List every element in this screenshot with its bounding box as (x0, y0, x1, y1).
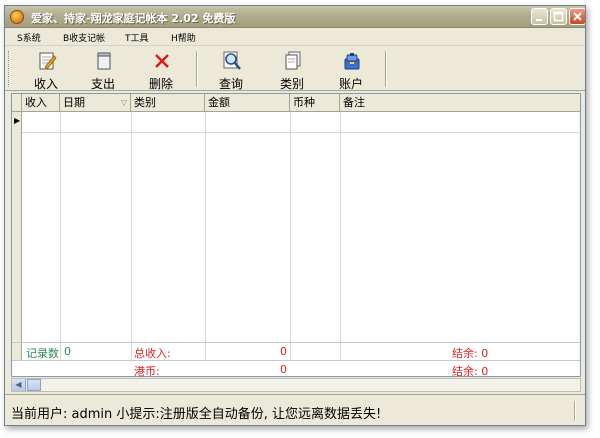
expense-button[interactable]: 支出 (78, 49, 128, 91)
record-count-label: 记录数 (26, 347, 59, 360)
delete-button[interactable]: 删除 (136, 49, 186, 91)
account-label: 账户 (338, 77, 363, 91)
expense-label: 支出 (90, 77, 115, 91)
column-divider (205, 112, 206, 360)
close-button[interactable] (569, 8, 585, 25)
toolbar-separator-end (385, 51, 387, 87)
query-button[interactable]: 查询 (206, 49, 256, 91)
status-bar: 当前用户: admin 小提示:注册版全自动备份, 让您远离数据丢失! (5, 394, 585, 425)
row-selector-column[interactable] (12, 112, 22, 360)
main-window: 爱家、持家-翔龙家庭记帐本 2.02 免费版 S系统 B收支记帐 T工具 H帮助… (4, 5, 586, 426)
column-divider (290, 112, 291, 360)
app-icon (10, 10, 24, 24)
header-amount[interactable]: 金额 (205, 94, 290, 112)
column-divider (60, 112, 61, 360)
toolbar-grip[interactable] (8, 51, 11, 87)
scroll-thumb[interactable] (27, 379, 41, 391)
sort-indicator-icon: ▽ (120, 98, 127, 107)
menu-system[interactable]: S系统 (17, 31, 41, 44)
delete-icon (155, 54, 169, 68)
grid-header: 收入 日期 ▽ 类别 金额 币种 备注 (12, 94, 580, 112)
title-bar: 爱家、持家-翔龙家庭记帐本 2.02 免费版 (5, 6, 585, 28)
menu-bookkeeping[interactable]: B收支记帐 (63, 31, 105, 44)
status-text: 当前用户: admin 小提示:注册版全自动备份, 让您远离数据丢失! (11, 407, 382, 422)
header-category[interactable]: 类别 (131, 94, 205, 112)
menu-help[interactable]: H帮助 (171, 31, 196, 44)
income-label: 收入 (33, 77, 58, 91)
menu-bar: S系统 B收支记帐 T工具 H帮助 (5, 29, 585, 46)
header-notes[interactable]: 备注 (340, 94, 580, 112)
magnifier-icon (223, 51, 241, 70)
income-icon (39, 52, 57, 70)
documents-icon (285, 51, 301, 70)
total-income-value: 0 (280, 345, 287, 358)
maximize-icon (553, 11, 564, 22)
query-label: 查询 (218, 77, 243, 91)
delete-label: 删除 (148, 77, 173, 91)
income-button[interactable]: 收入 (21, 49, 71, 91)
column-divider (131, 112, 132, 360)
toolbar-separator (196, 51, 198, 87)
records-grid[interactable]: 收入 日期 ▽ 类别 金额 币种 备注 ▶ 记录数 0 总收入: 0 结余: 0… (11, 93, 581, 378)
header-income[interactable]: 收入 (22, 94, 60, 112)
header-currency[interactable]: 币种 (290, 94, 340, 112)
header-date[interactable]: 日期 ▽ (60, 94, 131, 112)
hkd-balance-value: 结余: 0 (452, 365, 489, 378)
hkd-value: 0 (280, 363, 287, 376)
minimize-button[interactable] (531, 8, 548, 25)
hkd-label: 港币: (134, 365, 160, 378)
header-date-label: 日期 (63, 96, 85, 109)
window-title: 爱家、持家-翔龙家庭记帐本 2.02 免费版 (31, 12, 236, 25)
summary-row-totals: 记录数 0 总收入: 0 结余: 0 (12, 342, 580, 360)
account-button[interactable]: 账户 (326, 49, 376, 91)
expense-icon (97, 52, 111, 70)
minimize-icon (536, 19, 542, 21)
column-divider (340, 112, 341, 360)
record-count-value: 0 (64, 345, 71, 358)
row-divider (22, 132, 580, 133)
toolbar: 收入 支出 删除 查询 类别 账户 (5, 47, 585, 91)
category-label: 类别 (279, 77, 304, 91)
close-icon (573, 12, 582, 21)
current-row-marker-icon: ▶ (14, 116, 21, 125)
menu-tools[interactable]: T工具 (125, 31, 149, 44)
scroll-left-button[interactable]: ◀ (12, 379, 26, 391)
total-income-label: 总收入: (134, 347, 171, 360)
header-corner (12, 94, 22, 112)
status-separator (574, 401, 576, 421)
balance-value: 结余: 0 (452, 347, 489, 360)
category-button[interactable]: 类别 (267, 49, 317, 91)
accounts-icon (344, 53, 360, 70)
maximize-button[interactable] (550, 8, 567, 25)
scroll-left-icon: ◀ (15, 380, 22, 389)
summary-row-currency: 港币: 0 结余: 0 (12, 360, 580, 378)
horizontal-scrollbar[interactable]: ◀ (11, 378, 581, 392)
